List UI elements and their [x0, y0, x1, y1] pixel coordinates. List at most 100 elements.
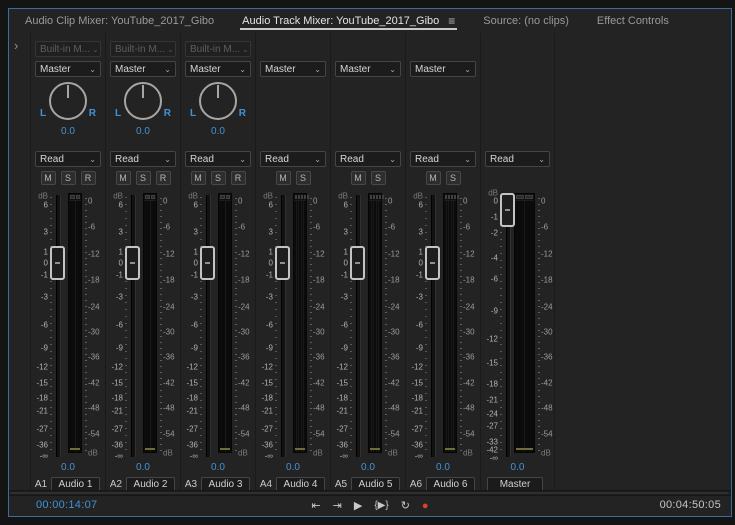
volume-value[interactable]: 0.0	[181, 462, 255, 473]
fader-track[interactable]	[56, 195, 61, 457]
output-track-select[interactable]: Master⌄	[185, 61, 251, 77]
meter-scale-label: -24	[238, 303, 250, 312]
fader-handle[interactable]	[50, 246, 65, 280]
fader-handle[interactable]	[125, 246, 140, 280]
tab-inactive-3[interactable]: Effect Controls	[583, 9, 683, 33]
fader-scale-label: -6	[266, 320, 273, 329]
pan-value[interactable]: 0.0	[31, 126, 105, 137]
pan-knob[interactable]	[49, 82, 87, 120]
fader-track[interactable]	[131, 195, 136, 457]
fader-handle[interactable]	[500, 193, 515, 227]
go-to-out-button[interactable]: ⇥	[333, 501, 342, 512]
input-channel-select[interactable]: Built-in M...⌄	[110, 41, 176, 57]
track-name[interactable]: Audio 3	[201, 477, 250, 491]
automation-mode-select[interactable]: Read⌄	[485, 151, 550, 167]
fader-scale-label: -18	[36, 394, 48, 403]
pan-knob[interactable]	[199, 82, 237, 120]
output-track-select[interactable]: Master⌄	[335, 61, 401, 77]
scrollbar-thumb[interactable]	[10, 492, 729, 494]
solo-button[interactable]: S	[446, 171, 461, 185]
fader-handle[interactable]	[275, 246, 290, 280]
pan-value[interactable]: 0.0	[181, 126, 255, 137]
solo-button[interactable]: S	[211, 171, 226, 185]
pan-value[interactable]: 0.0	[106, 126, 180, 137]
pan-knob[interactable]	[124, 82, 162, 120]
solo-button[interactable]: S	[371, 171, 386, 185]
fader-track[interactable]	[506, 195, 511, 457]
fader-track[interactable]	[356, 195, 361, 457]
fader-scale-label: -12	[186, 362, 198, 371]
track-name[interactable]: Audio 6	[426, 477, 475, 491]
solo-button[interactable]: S	[296, 171, 311, 185]
volume-value[interactable]: 0.0	[481, 462, 554, 473]
track-name[interactable]: Audio 4	[276, 477, 325, 491]
mute-button[interactable]: M	[276, 171, 291, 185]
fader-scale-label: -27	[336, 424, 348, 433]
loop-button[interactable]: ↻	[401, 501, 410, 512]
record-arm-button[interactable]: R	[81, 171, 96, 185]
show-effects-chevron-icon[interactable]: ›	[14, 39, 18, 52]
solo-button[interactable]: S	[136, 171, 151, 185]
mute-button[interactable]: M	[41, 171, 56, 185]
fader-handle[interactable]	[200, 246, 215, 280]
play-in-to-out-button[interactable]: {▶}	[374, 501, 388, 511]
input-channel-select[interactable]: Built-in M...⌄	[35, 41, 101, 57]
fader-scale-label: 3	[194, 228, 198, 237]
track-name[interactable]: Audio 1	[51, 477, 100, 491]
tab-inactive-2[interactable]: Source: (no clips)	[469, 9, 583, 33]
input-channel-select[interactable]: Built-in M...⌄	[185, 41, 251, 57]
track-name[interactable]: Audio 2	[126, 477, 175, 491]
automation-mode-select[interactable]: Read⌄	[110, 151, 176, 167]
panel-menu-icon[interactable]: ≡	[448, 14, 455, 28]
record-arm-button[interactable]: R	[156, 171, 171, 185]
meter-scale-label: -42	[163, 378, 175, 387]
automation-mode-select[interactable]: Read⌄	[35, 151, 101, 167]
fader-track[interactable]	[281, 195, 286, 457]
volume-value[interactable]: 0.0	[256, 462, 330, 473]
record-arm-button[interactable]: R	[231, 171, 246, 185]
track-name[interactable]: Master	[487, 477, 543, 491]
meter-scale-label: -48	[388, 403, 400, 412]
fader-track[interactable]	[431, 195, 436, 457]
output-track-select[interactable]: Master⌄	[260, 61, 326, 77]
automation-mode-select[interactable]: Read⌄	[335, 151, 401, 167]
meter-bars	[69, 201, 81, 452]
fader-scale-label: 6	[194, 200, 198, 209]
fader-scale-label: -21	[36, 407, 48, 416]
fader-handle[interactable]	[425, 246, 440, 280]
automation-mode-select[interactable]: Read⌄	[260, 151, 326, 167]
mute-button[interactable]: M	[351, 171, 366, 185]
output-track-select[interactable]: Master⌄	[35, 61, 101, 77]
fader-handle[interactable]	[350, 246, 365, 280]
fader-area: dB0-1-2-4-6-9-12-15-18-21-24-27-33-42-∞ …	[481, 193, 554, 459]
fader-scale-label: -18	[111, 394, 123, 403]
go-to-in-button[interactable]: ⇤	[311, 501, 320, 512]
volume-value[interactable]: 0.0	[406, 462, 480, 473]
meter-scale-label: -30	[541, 328, 553, 337]
fader-scale-label: -∞	[190, 452, 198, 461]
level-meter	[368, 193, 382, 453]
mute-button[interactable]: M	[426, 171, 441, 185]
mute-button[interactable]: M	[116, 171, 131, 185]
output-track-select[interactable]: Master⌄	[410, 61, 476, 77]
level-meter	[218, 193, 232, 453]
playhead-timecode[interactable]: 00:00:14:07	[36, 499, 97, 511]
automation-mode-select[interactable]: Read⌄	[410, 151, 476, 167]
tab-inactive-0[interactable]: Audio Clip Mixer: YouTube_2017_Gibo	[11, 9, 228, 33]
chevron-down-icon: ⌄	[389, 155, 396, 164]
track-name[interactable]: Audio 5	[351, 477, 400, 491]
meter-scale-label: -36	[238, 353, 250, 362]
volume-value[interactable]: 0.0	[106, 462, 180, 473]
solo-button[interactable]: S	[61, 171, 76, 185]
volume-value[interactable]: 0.0	[31, 462, 105, 473]
meter-bars	[515, 201, 534, 452]
record-button[interactable]: ●	[422, 501, 429, 512]
fader-track[interactable]	[206, 195, 211, 457]
volume-value[interactable]: 0.0	[331, 462, 405, 473]
play-button[interactable]: ▶	[354, 501, 362, 512]
tab-active-1[interactable]: Audio Track Mixer: YouTube_2017_Gibo≡	[228, 9, 469, 33]
mute-button[interactable]: M	[191, 171, 206, 185]
fader-scale-label: -21	[111, 407, 123, 416]
automation-mode-select[interactable]: Read⌄	[185, 151, 251, 167]
output-track-select[interactable]: Master⌄	[110, 61, 176, 77]
